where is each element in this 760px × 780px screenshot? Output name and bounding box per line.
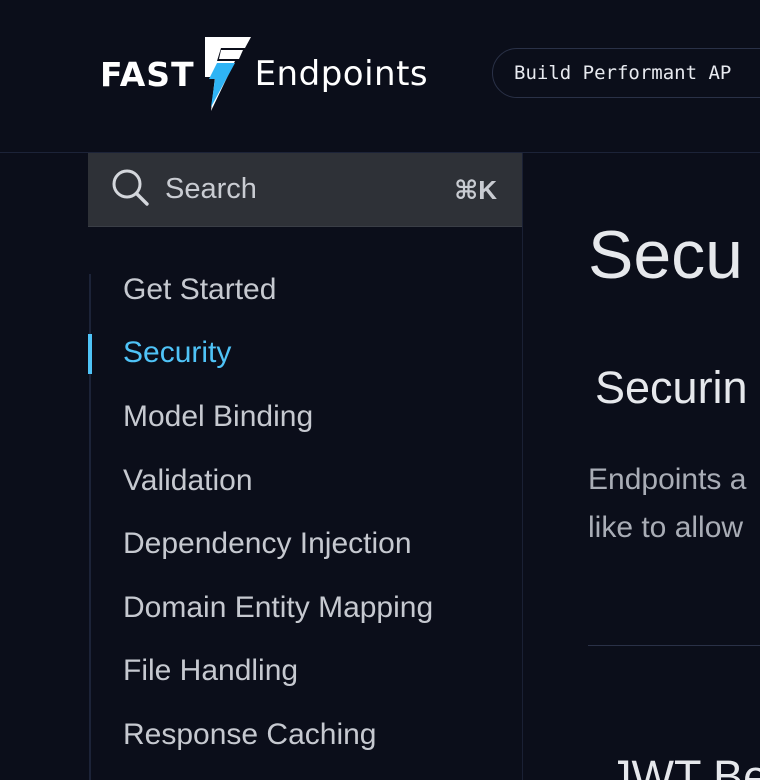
sidebar-item-get-started[interactable]: Get Started [0, 258, 522, 322]
sidebar-item-label: Dependency Injection [123, 527, 412, 561]
site-logo[interactable]: FAST Endpoints [100, 36, 428, 112]
tagline-text: Build Performant AP [514, 62, 732, 84]
sidebar-item-label: Validation [123, 463, 253, 497]
sidebar-item-response-caching[interactable]: Response Caching [0, 703, 522, 767]
sidebar-item-label: File Handling [123, 654, 299, 688]
sidebar-item-security[interactable]: Security [0, 322, 522, 386]
sidebar-item-label: Domain Entity Mapping [123, 590, 434, 624]
sidebar-nav: Get Started Security Model Binding Valid… [0, 258, 522, 767]
sidebar-item-label: Security [123, 336, 232, 370]
sidebar-item-label: Response Caching [123, 717, 377, 751]
sidebar-item-domain-entity-mapping[interactable]: Domain Entity Mapping [0, 576, 522, 640]
section-subheading: JWT Be [609, 751, 760, 780]
active-indicator [88, 333, 92, 374]
sidebar-item-file-handling[interactable]: File Handling [0, 640, 522, 704]
tagline-badge[interactable]: Build Performant AP [492, 48, 760, 98]
main-content: Secu Securin Endpoints a like to allow J… [523, 153, 760, 780]
body-line: like to allow [588, 511, 744, 544]
search-placeholder: Search [165, 173, 257, 205]
body-line: Endpoints a [588, 463, 747, 496]
sidebar-item-model-binding[interactable]: Model Binding [0, 385, 522, 449]
search-button[interactable]: Search ⌘K [88, 153, 522, 227]
search-shortcut-hint: ⌘K [454, 175, 497, 205]
sidebar-item-validation[interactable]: Validation [0, 449, 522, 513]
app-root: FAST Endpoints Build Performant AP Searc… [0, 0, 760, 780]
top-header: FAST Endpoints Build Performant AP [0, 0, 760, 153]
content-divider [588, 645, 760, 646]
logo-word-fast: FAST [100, 54, 195, 94]
page-title: Secu [588, 217, 743, 293]
body-paragraph: Endpoints a like to allow [588, 456, 746, 552]
section-heading: Securin [595, 362, 748, 413]
lightning-bolt-icon [204, 37, 251, 111]
search-icon [112, 169, 149, 206]
logo-word-endpoints: Endpoints [254, 54, 429, 94]
sidebar-item-label: Get Started [123, 272, 277, 306]
sidebar-item-dependency-injection[interactable]: Dependency Injection [0, 512, 522, 576]
sidebar-item-label: Model Binding [123, 399, 314, 433]
